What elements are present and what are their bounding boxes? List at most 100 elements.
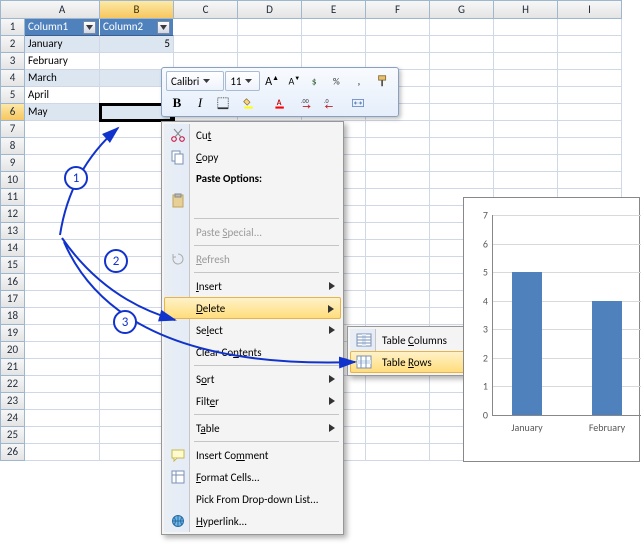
column-header-G[interactable]: G <box>430 0 494 19</box>
cell[interactable] <box>25 138 100 155</box>
select-all-corner[interactable] <box>0 0 25 19</box>
row-header[interactable]: 19 <box>0 325 25 342</box>
cell[interactable] <box>25 240 100 257</box>
cell[interactable] <box>25 427 100 444</box>
column-header-C[interactable]: C <box>174 0 238 19</box>
row-header[interactable]: 26 <box>0 444 25 461</box>
row-header[interactable]: 23 <box>0 393 25 410</box>
cell[interactable] <box>25 189 100 206</box>
cell[interactable] <box>366 189 430 206</box>
cell[interactable] <box>25 444 100 461</box>
menu-format-cells[interactable]: Format Cells... <box>164 466 341 488</box>
cell[interactable] <box>366 274 430 291</box>
cell[interactable]: Column1 <box>25 19 100 36</box>
percent-format-icon[interactable]: % <box>328 71 349 91</box>
cell[interactable] <box>494 104 558 121</box>
menu-sort[interactable]: Sort <box>164 368 341 390</box>
cell[interactable] <box>558 53 622 70</box>
cell[interactable] <box>366 240 430 257</box>
embedded-chart[interactable]: 01234567JanuaryFebruary <box>463 197 640 462</box>
row-header[interactable]: 17 <box>0 291 25 308</box>
cell[interactable] <box>238 36 302 53</box>
menu-clear-contents[interactable]: Clear Contents <box>164 341 341 363</box>
row-header[interactable]: 24 <box>0 410 25 427</box>
column-header-B[interactable]: B <box>100 0 174 19</box>
cell[interactable] <box>558 87 622 104</box>
cell[interactable] <box>174 19 238 36</box>
cell[interactable] <box>366 155 430 172</box>
cell[interactable] <box>25 257 100 274</box>
cell[interactable] <box>25 308 100 325</box>
cell[interactable] <box>494 155 558 172</box>
cell[interactable] <box>366 206 430 223</box>
submenu-table-columns[interactable]: Table Columns <box>350 329 479 351</box>
cell[interactable] <box>366 291 430 308</box>
row-header[interactable]: 14 <box>0 240 25 257</box>
row-header[interactable]: 20 <box>0 342 25 359</box>
cell[interactable] <box>366 410 430 427</box>
row-header[interactable]: 3 <box>0 53 25 70</box>
bold-icon[interactable]: B <box>166 93 188 113</box>
menu-insert[interactable]: Insert <box>164 275 341 297</box>
cell[interactable] <box>558 36 622 53</box>
cell[interactable] <box>430 104 494 121</box>
column-header-I[interactable]: I <box>558 0 622 19</box>
cell[interactable] <box>25 223 100 240</box>
cell[interactable] <box>494 172 558 189</box>
row-header[interactable]: 18 <box>0 308 25 325</box>
cell[interactable] <box>366 172 430 189</box>
decrease-decimal-icon[interactable]: .00 <box>297 93 319 113</box>
format-painter-icon[interactable] <box>373 71 394 91</box>
menu-copy[interactable]: Copy <box>164 146 341 168</box>
cell[interactable] <box>558 121 622 138</box>
row-header[interactable]: 25 <box>0 427 25 444</box>
chart-bar[interactable] <box>512 272 542 415</box>
cell[interactable] <box>366 393 430 410</box>
cell[interactable] <box>558 155 622 172</box>
filter-dropdown-icon[interactable] <box>157 21 170 34</box>
cell[interactable] <box>558 172 622 189</box>
cell[interactable] <box>302 19 366 36</box>
cell[interactable] <box>430 172 494 189</box>
row-header[interactable]: 7 <box>0 121 25 138</box>
cell[interactable] <box>25 291 100 308</box>
cell[interactable]: February <box>25 53 100 70</box>
cell[interactable] <box>25 206 100 223</box>
cell[interactable] <box>430 19 494 36</box>
menu-pick-dropdown[interactable]: Pick From Drop-down List... <box>164 488 341 510</box>
cell[interactable] <box>494 53 558 70</box>
cell[interactable] <box>430 121 494 138</box>
row-header[interactable]: 11 <box>0 189 25 206</box>
menu-cut[interactable]: Cut <box>164 124 341 146</box>
menu-table[interactable]: Table <box>164 417 341 439</box>
row-header[interactable]: 1 <box>0 19 25 36</box>
row-header[interactable]: 16 <box>0 274 25 291</box>
borders-icon[interactable] <box>212 93 234 113</box>
row-header[interactable]: 6 <box>0 104 25 121</box>
cell[interactable] <box>430 138 494 155</box>
cell[interactable] <box>25 274 100 291</box>
cell[interactable] <box>494 70 558 87</box>
column-header-F[interactable]: F <box>366 0 430 19</box>
chart-bar[interactable] <box>592 301 622 415</box>
filter-dropdown-icon[interactable] <box>83 21 96 34</box>
cell[interactable] <box>238 19 302 36</box>
cell[interactable]: May <box>25 104 100 121</box>
increase-decimal-icon[interactable]: .0 <box>320 93 342 113</box>
cell[interactable] <box>366 376 430 393</box>
merge-center-icon[interactable] <box>343 93 373 113</box>
menu-delete[interactable]: Delete <box>164 297 341 319</box>
cell[interactable] <box>430 36 494 53</box>
cell[interactable] <box>25 376 100 393</box>
row-header[interactable]: 8 <box>0 138 25 155</box>
row-header[interactable]: 12 <box>0 206 25 223</box>
cell[interactable] <box>494 87 558 104</box>
cell[interactable] <box>25 393 100 410</box>
cell[interactable]: Column2 <box>100 19 174 36</box>
cell[interactable] <box>25 325 100 342</box>
row-header[interactable]: 15 <box>0 257 25 274</box>
cell[interactable] <box>366 121 430 138</box>
fill-color-icon[interactable] <box>235 93 265 113</box>
menu-filter[interactable]: Filter <box>164 390 341 412</box>
column-header-E[interactable]: E <box>302 0 366 19</box>
